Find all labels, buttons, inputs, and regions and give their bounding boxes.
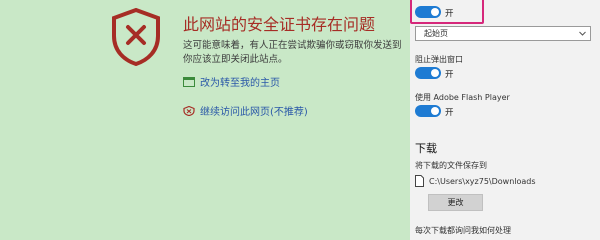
continue-link-label: 继续访问此网页(不推荐) [200,107,308,118]
certificate-error-page: 此网站的安全证书存在问题 这可能意味着，有人正在尝试欺骗你或窃取你发送到 你应该… [0,0,410,240]
ask-each-download-label: 每次下载都询问我如何处理 [415,226,511,235]
startup-select-value: 起始页 [424,29,448,38]
save-location-label: 将下载的文件保存到 [415,161,487,170]
startup-select[interactable]: 起始页 [415,26,591,41]
error-description: 这可能意味着，有人正在尝试欺骗你或窃取你发送到 你应该立即关闭此站点。 [183,39,409,67]
warning-shield-icon [183,106,195,116]
popup-label: 阻止弹出窗口 [415,55,463,64]
home-page-icon [183,77,195,87]
download-path: C:\Users\xyz75\Downloads [429,177,536,186]
go-home-link-label: 改为转至我的主页 [200,78,280,89]
error-description-line: 这可能意味着，有人正在尝试欺骗你或窃取你发送到 [183,40,402,51]
go-home-link[interactable]: 改为转至我的主页 [183,74,280,89]
popup-toggle[interactable] [415,67,441,79]
top-toggle[interactable] [415,6,441,18]
shield-error-icon [112,8,160,66]
flash-toggle[interactable] [415,105,441,117]
continue-link[interactable]: 继续访问此网页(不推荐) [183,103,308,118]
change-button[interactable]: 更改 [428,194,483,211]
flash-toggle-state: 开 [445,108,454,118]
downloads-heading: 下载 [415,142,437,155]
file-icon [415,175,424,187]
flash-label: 使用 Adobe Flash Player [415,93,510,102]
error-description-line: 你应该立即关闭此站点。 [183,54,288,65]
error-title: 此网站的安全证书存在问题 [183,15,376,34]
settings-panel: 开 起始页 阻止弹出窗口 开 使用 Adobe Flash Player 开 下… [410,0,600,240]
top-toggle-state: 开 [445,9,454,19]
popup-toggle-state: 开 [445,70,454,80]
chevron-down-icon [579,31,586,36]
